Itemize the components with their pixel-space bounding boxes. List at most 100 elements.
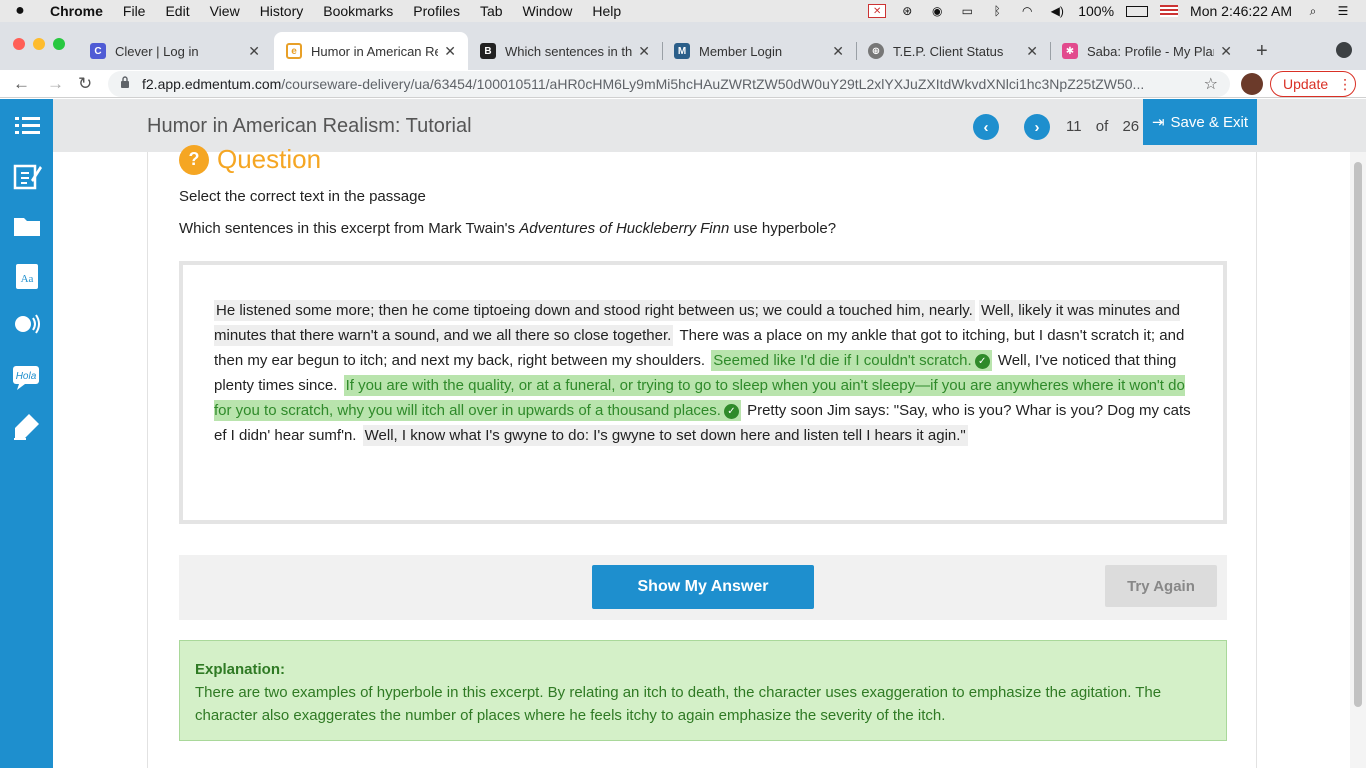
close-window-button[interactable] [13,38,25,50]
prompt-pre: Which sentences in this excerpt from Mar… [179,220,520,237]
minimize-window-button[interactable] [33,38,45,50]
save-exit-button[interactable]: ⇥ Save & Exit [1143,99,1257,145]
more-menu-icon[interactable]: ⋮ [1338,76,1352,93]
tab-brainly[interactable]: B Which sentences in thi ✕ [468,32,662,70]
close-tab-icon[interactable]: ✕ [248,43,260,60]
saba-icon: ✱ [1062,43,1078,59]
tab-title: Clever | Log in [115,43,199,59]
question-prompt: Which sentences in this excerpt from Mar… [179,220,836,237]
menu-file[interactable]: File [113,0,156,22]
close-tab-icon[interactable]: ✕ [444,43,456,60]
try-again-button[interactable]: Try Again [1105,565,1217,607]
chevron-right-icon: › [1034,118,1040,136]
volume-icon[interactable]: ◀) [1048,4,1066,18]
clock[interactable]: Mon 2:46:22 AM [1190,3,1292,19]
update-button[interactable]: Update ⋮ [1270,71,1356,97]
tab-tep-status[interactable]: ⊕ T.E.P. Client Status ✕ [856,32,1050,70]
menu-bookmarks[interactable]: Bookmarks [313,0,403,22]
passage-sentence-8[interactable]: Well, I know what I's gwyne to do: I's g… [362,425,968,446]
zoom-window-button[interactable] [53,38,65,50]
battery-icon[interactable] [1126,5,1149,17]
menu-history[interactable]: History [250,0,314,22]
folder-icon[interactable] [0,203,53,249]
check-icon: ✓ [974,353,990,369]
passage-sentence-4-correct[interactable]: Seemed like I'd die if I couldn't scratc… [711,350,992,371]
tab-clever[interactable]: C Clever | Log in ✕ [78,32,272,70]
lock-icon [121,76,129,88]
prompt-post: use hyperbole? [729,220,837,237]
url-text: f2.app.edmentum.com/courseware-delivery/… [142,76,1192,92]
bluetooth-icon[interactable]: ᛒ [988,4,1006,18]
notification-center-icon[interactable]: ☰ [1334,4,1352,18]
exit-door-icon: ⇥ [1151,114,1165,131]
spotlight-search-icon[interactable]: ⌕ [1304,4,1322,18]
dictionary-icon[interactable]: Aa [0,253,53,299]
clever-icon: C [90,43,106,59]
tab-search-icon[interactable] [1336,42,1352,58]
menu-edit[interactable]: Edit [155,0,199,22]
page-scrollbar[interactable] [1350,152,1366,768]
profile-avatar[interactable] [1241,73,1263,95]
question-panel: ? Question Select the correct text in th… [147,144,1257,768]
wifi-icon[interactable]: ◠ [1018,4,1036,18]
back-arrow-icon[interactable]: ← [13,74,30,94]
menu-window[interactable]: Window [513,0,583,22]
tab-member-login[interactable]: M Member Login ✕ [662,32,856,70]
tab-title: Member Login [699,43,783,59]
browser-toolbar: ← → ↻ f2.app.edmentum.com/courseware-del… [0,70,1366,98]
apple-menu-icon[interactable]: ● [0,2,40,20]
close-tab-icon[interactable]: ✕ [1026,43,1038,60]
scrollbar-top [1350,99,1366,152]
course-menu-icon[interactable] [0,103,53,149]
scrollbar-thumb[interactable] [1354,162,1362,707]
close-tab-icon[interactable]: ✕ [1220,43,1232,60]
address-bar[interactable]: f2.app.edmentum.com/courseware-delivery/… [108,71,1230,97]
airplay-icon[interactable]: ▭ [958,4,976,18]
menu-help[interactable]: Help [582,0,631,22]
network-icon[interactable]: ⊛ [898,4,916,18]
translate-icon[interactable]: Hola [0,353,53,399]
show-my-answer-button[interactable]: Show My Answer [592,565,814,609]
url-domain: f2.app.edmentum.com [142,76,282,92]
tab-saba[interactable]: ✱ Saba: Profile - My Plan ✕ [1050,32,1244,70]
tab-title: Humor in American Re [311,43,439,59]
battery-percent: 100% [1078,3,1115,19]
text-to-speech-icon[interactable] [0,303,53,349]
page-of: of [1095,118,1109,135]
reload-icon[interactable]: ↻ [78,74,92,94]
prompt-book-title: Adventures of Huckleberry Finn [519,220,730,237]
forward-arrow-icon[interactable]: → [47,74,64,94]
instruction-text: Select the correct text in the passage [179,188,426,205]
next-page-button[interactable]: › [1024,114,1050,140]
url-path: /courseware-delivery/ua/63454/100010511/… [281,76,1145,92]
answer-bar: Show My Answer Try Again [179,555,1227,620]
notes-edit-icon[interactable] [0,153,53,199]
status-area: ✕ ⊛ ◉ ▭ ᛒ ◠ ◀) 100% Mon 2:46:22 AM ⌕ ☰ [868,3,1366,19]
update-label: Update [1283,76,1329,92]
tab-title: Saba: Profile - My Plan [1087,43,1215,59]
explanation-label: Explanation: [195,661,286,678]
page-total: 26 [1122,118,1140,135]
flag-icon[interactable] [1160,5,1179,17]
member-icon: M [674,43,690,59]
menu-app-name[interactable]: Chrome [40,0,113,22]
menu-view[interactable]: View [200,0,250,22]
svg-text:Hola: Hola [15,371,36,382]
close-tab-icon[interactable]: ✕ [832,43,844,60]
bookmark-star-icon[interactable]: ☆ [1204,74,1218,94]
svg-text:Aa: Aa [20,273,33,285]
close-tab-icon[interactable]: ✕ [638,43,650,60]
passage-sentence-1[interactable]: He listened some more; then he come tipt… [214,300,975,321]
tab-humor-active[interactable]: e Humor in American Re ✕ [274,32,468,70]
save-exit-label: Save & Exit [1170,113,1249,131]
globe-icon[interactable]: ◉ [928,4,946,18]
highlighter-icon[interactable] [0,403,53,449]
explanation-box: Explanation: There are two examples of h… [179,640,1227,741]
page-indicator: 11 of 26 [1066,118,1149,135]
menu-tab[interactable]: Tab [470,0,513,22]
close-box-icon[interactable]: ✕ [868,4,887,18]
menu-profiles[interactable]: Profiles [403,0,470,22]
explanation-text: There are two examples of hyperbole in t… [195,684,1162,724]
new-tab-icon[interactable]: + [1256,40,1268,63]
previous-page-button[interactable]: ‹ [973,114,999,140]
